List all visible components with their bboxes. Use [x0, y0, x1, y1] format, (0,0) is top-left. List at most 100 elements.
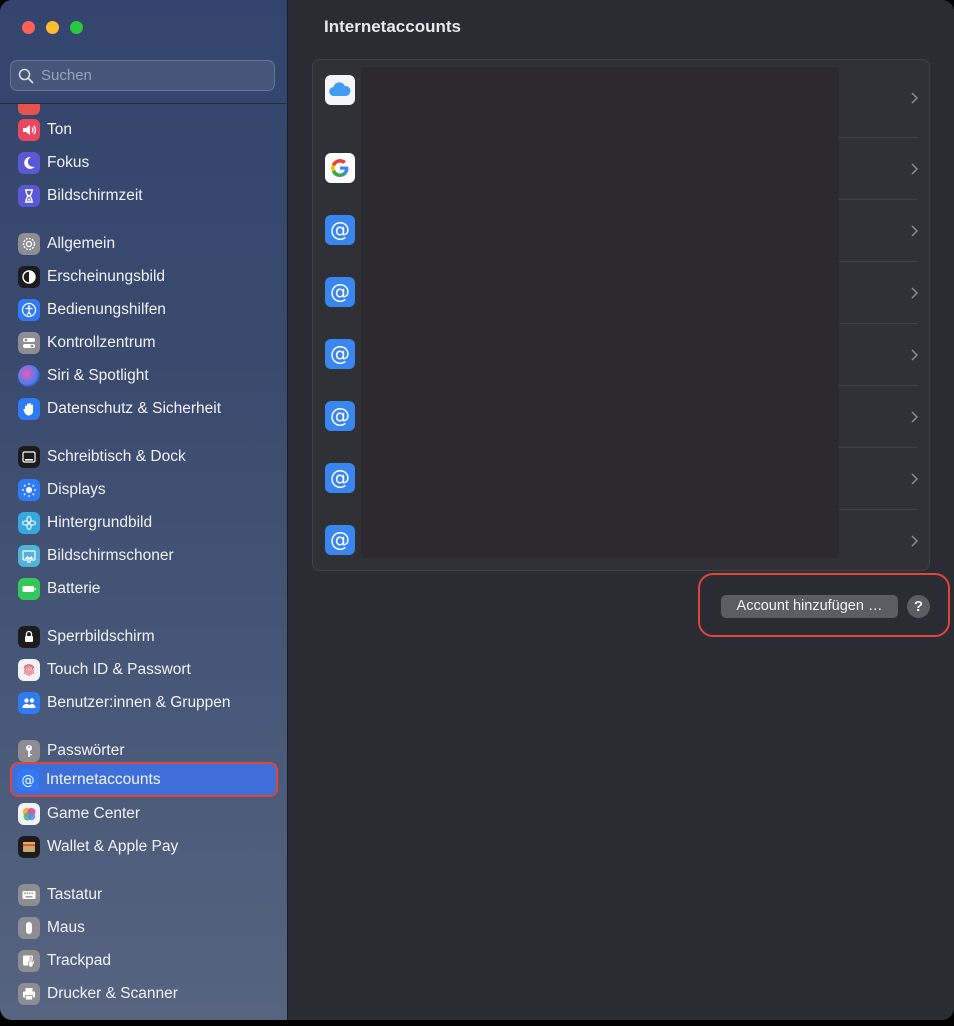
google-icon [325, 153, 355, 183]
help-button[interactable]: ? [907, 595, 930, 618]
sidebar-item-label: Fokus [47, 153, 90, 171]
sidebar-item-label: Erscheinungsbild [47, 267, 166, 285]
sidebar-item-label: Passwörter [47, 741, 125, 759]
svg-text:@: @ [330, 466, 350, 490]
accessibility-icon [18, 298, 40, 321]
at-icon: @ [325, 463, 355, 493]
svg-text:@: @ [330, 404, 350, 428]
sidebar-item-hintergrundbild[interactable]: Hintergrundbild [12, 507, 276, 538]
svg-text:@: @ [330, 218, 350, 242]
sidebar-item-label: Maus [47, 918, 85, 936]
settings-window: Ton Fokus Bildschirmzeit Allgemein [0, 0, 954, 1020]
chevron-right-icon [911, 287, 919, 299]
sidebar-item-allgemein[interactable]: Allgemein [12, 228, 276, 259]
sidebar-item-bildschirmschoner[interactable]: Bildschirmschoner [12, 540, 276, 571]
flower-icon [18, 511, 40, 534]
chevron-right-icon [911, 92, 919, 104]
sidebar-item-label: Drucker & Scanner [47, 984, 178, 1002]
sidebar-item-trackpad[interactable]: Trackpad [12, 945, 276, 976]
svg-text:@: @ [330, 528, 350, 552]
sidebar-item-datenschutz[interactable]: Datenschutz & Sicherheit [12, 393, 276, 424]
sun-icon [18, 478, 40, 501]
screensaver-icon [18, 544, 40, 567]
keyboard-icon [18, 883, 40, 906]
lock-icon [18, 625, 40, 648]
at-icon: @ [17, 768, 39, 791]
chevron-right-icon [911, 225, 919, 237]
battery-icon [18, 577, 40, 600]
chevron-right-icon [911, 411, 919, 423]
sidebar-item-maus[interactable]: Maus [12, 912, 276, 943]
sidebar-item-internetaccounts[interactable]: @ Internetaccounts [10, 762, 278, 797]
at-icon: @ [325, 339, 355, 369]
sidebar-item-kontrollzentrum[interactable]: Kontrollzentrum [12, 327, 276, 358]
sidebar-item-label: Ton [47, 120, 72, 138]
at-icon: @ [325, 215, 355, 245]
sidebar-item-sperrbildschirm[interactable]: Sperrbildschirm [12, 621, 276, 652]
hand-icon [18, 397, 40, 420]
svg-text:@: @ [330, 280, 350, 304]
printer-icon [18, 982, 40, 1005]
sidebar-item-tastatur[interactable]: Tastatur [12, 879, 276, 910]
users-icon [18, 691, 40, 714]
accounts-list: @ @ @ @ @ @ [312, 59, 930, 571]
sidebar-item-benutzer-gruppen[interactable]: Benutzer:innen & Gruppen [12, 687, 276, 718]
dock-icon [18, 445, 40, 468]
search-icon [18, 68, 34, 84]
sidebar-item-schreibtisch-dock[interactable]: Schreibtisch & Dock [12, 441, 276, 472]
sidebar-item-label: Bildschirmzeit [47, 186, 143, 204]
sidebar-list: Ton Fokus Bildschirmzeit Allgemein Ersch… [0, 104, 287, 1020]
sidebar-item-drucker-scanner[interactable]: Drucker & Scanner [12, 978, 276, 1009]
sidebar-item-label: Hintergrundbild [47, 513, 153, 531]
sidebar-item-erscheinungsbild[interactable]: Erscheinungsbild [12, 261, 276, 292]
sidebar-item-displays[interactable]: Displays [12, 474, 276, 505]
sidebar-item-label: Schreibtisch & Dock [47, 447, 186, 465]
toggles-icon [18, 331, 40, 354]
close-window-button[interactable] [22, 21, 35, 34]
sidebar-item-label: Displays [47, 480, 106, 498]
sidebar-item-label: Game Center [47, 804, 141, 822]
search-field[interactable] [10, 60, 275, 91]
speaker-icon [18, 118, 40, 141]
svg-text:@: @ [22, 773, 35, 788]
sidebar-item-wallet[interactable]: Wallet & Apple Pay [12, 831, 276, 862]
page-title: Internetaccounts [324, 17, 461, 36]
trackpad-icon [18, 949, 40, 972]
sidebar-item-label: Batterie [47, 579, 101, 597]
sidebar-item-label: Tastatur [47, 885, 103, 903]
siri-icon [18, 364, 40, 387]
search-input[interactable] [41, 61, 266, 90]
sidebar-item-label: Bedienungshilfen [47, 300, 166, 318]
zoom-window-button[interactable] [70, 21, 83, 34]
sidebar-item-label: Allgemein [47, 234, 116, 252]
add-account-button[interactable]: Account hinzufügen … [721, 595, 898, 618]
moon-icon [18, 151, 40, 174]
chevron-right-icon [911, 163, 919, 175]
chevron-right-icon [911, 349, 919, 361]
sidebar-item-label: Internetaccounts [46, 770, 161, 788]
game-center-icon [18, 802, 40, 825]
hourglass-icon [18, 184, 40, 207]
sidebar-item-ton[interactable]: Ton [12, 114, 276, 145]
sidebar-item-label: Sperrbildschirm [47, 627, 155, 645]
sidebar-item-bedienungshilfen[interactable]: Bedienungshilfen [12, 294, 276, 325]
minimize-window-button[interactable] [46, 21, 59, 34]
fingerprint-icon [18, 658, 40, 681]
mouse-icon [18, 916, 40, 939]
sidebar-item-siri-spotlight[interactable]: Siri & Spotlight [12, 360, 276, 391]
sidebar-item-touch-id[interactable]: Touch ID & Passwort [12, 654, 276, 685]
chevron-right-icon [911, 535, 919, 547]
redacted-account-details [361, 67, 839, 558]
sidebar-item-batterie[interactable]: Batterie [12, 573, 276, 604]
sidebar-item-label: Kontrollzentrum [47, 333, 156, 351]
bell-icon [18, 104, 40, 115]
sidebar-item-label: Touch ID & Passwort [47, 660, 191, 678]
sidebar: Ton Fokus Bildschirmzeit Allgemein [0, 0, 288, 1020]
sidebar-item-label: Wallet & Apple Pay [47, 837, 179, 855]
sidebar-item-bildschirmzeit[interactable]: Bildschirmzeit [12, 180, 276, 211]
gear-icon [18, 232, 40, 255]
sidebar-item-game-center[interactable]: Game Center [12, 798, 276, 829]
sidebar-item-label: Siri & Spotlight [47, 366, 149, 384]
sidebar-item-fokus[interactable]: Fokus [12, 147, 276, 178]
appearance-icon [18, 265, 40, 288]
